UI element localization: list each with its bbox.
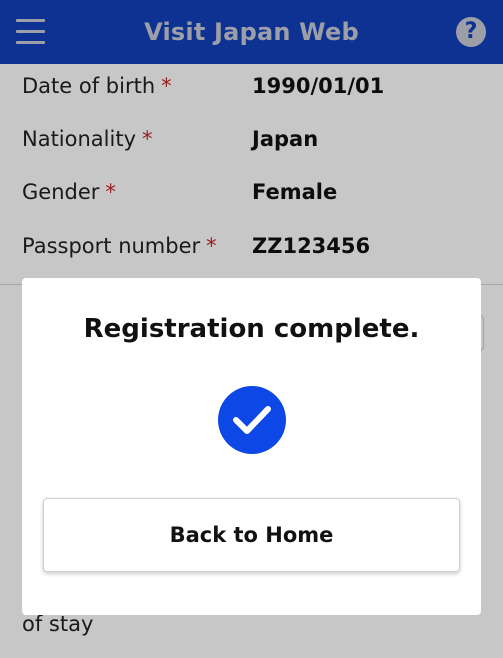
dialog-title: Registration complete.: [83, 314, 420, 344]
back-to-home-button[interactable]: Back to Home: [43, 498, 460, 572]
registration-complete-dialog: Registration complete. Back to Home: [22, 278, 481, 615]
checkmark-circle-icon: [218, 386, 286, 454]
